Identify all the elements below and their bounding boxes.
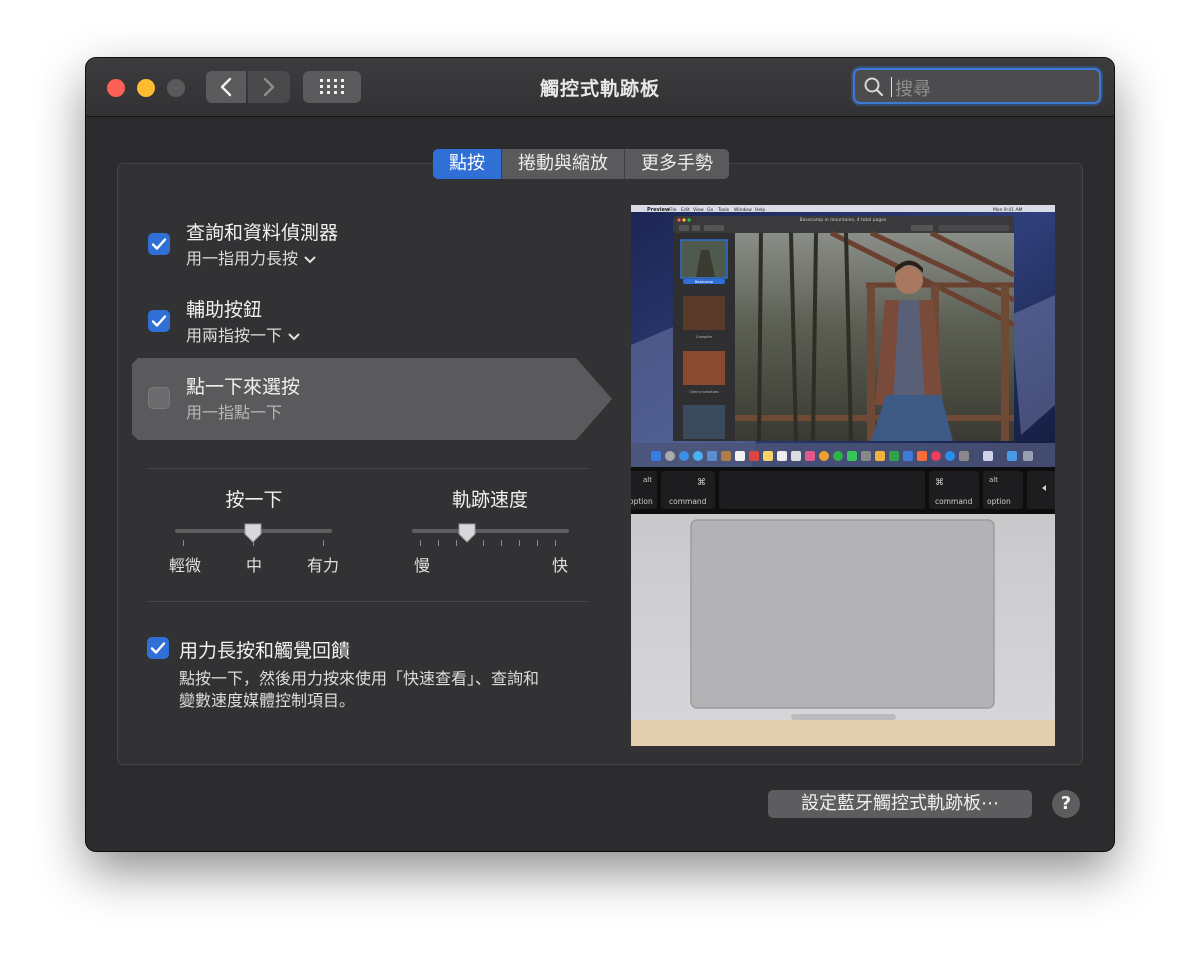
secondary-click-checkbox[interactable] — [148, 310, 170, 332]
speed-tick — [456, 540, 457, 546]
click-slider-knob[interactable] — [244, 523, 262, 543]
chevron-down-icon — [288, 333, 300, 340]
divider — [147, 601, 588, 602]
back-button[interactable] — [206, 71, 246, 103]
force-click-description-2: 變數速度媒體控制項目。 — [179, 691, 356, 710]
click-label-light: 輕微 — [169, 556, 202, 575]
speed-slider-track[interactable] — [412, 529, 569, 533]
trackpad-illustration — [690, 519, 995, 709]
tap-to-click-title: 點一下來選按 — [186, 376, 301, 398]
lookup-gesture: 用一指用力長按 — [186, 249, 299, 268]
preview-menu-app: Preview — [647, 207, 670, 213]
force-click-title: 用力長按和觸覺回饋 — [179, 640, 351, 662]
chevron-down-icon — [304, 256, 316, 263]
secondary-click-title: 輔助按鈕 — [186, 299, 263, 321]
tab-scroll-zoom[interactable]: 捲動與縮放 — [502, 149, 625, 179]
search-placeholder: 搜尋 — [895, 79, 931, 100]
speed-tick — [420, 540, 421, 546]
click-label-firm: 有力 — [307, 556, 340, 575]
force-click-description-1: 點按一下，然後用力按來使用「快速查看」、查詢和 — [179, 669, 540, 688]
speed-slider-title: 軌跡速度 — [451, 489, 528, 511]
checkmark-icon — [151, 238, 167, 250]
forward-button[interactable] — [248, 71, 290, 103]
gesture-preview: Preview File Edit View Go Tools Window H… — [631, 205, 1055, 746]
preview-menu-file: File — [669, 207, 677, 213]
tab-more-gestures[interactable]: 更多手勢 — [625, 149, 729, 179]
speed-tick — [537, 540, 538, 546]
setup-bluetooth-trackpad-button[interactable]: 設定藍牙觸控式軌跡板⋯ — [768, 790, 1032, 818]
speed-slider-knob[interactable] — [458, 523, 476, 543]
zoom-button[interactable] — [167, 79, 185, 97]
secondary-click-dropdown[interactable]: 用兩指按一下 — [186, 322, 300, 346]
search-icon — [864, 77, 884, 97]
help-button[interactable]: ? — [1052, 790, 1080, 818]
preview-clock: Mon 9:41 AM — [993, 207, 1023, 213]
preview-key-alt: alt — [989, 476, 998, 484]
preview-menu-window: Window — [734, 207, 752, 213]
preview-menu-tools: Tools — [717, 207, 730, 213]
preview-keyboard: alt option ⌘ command ⌘ command alt optio… — [631, 471, 1055, 509]
show-all-button[interactable] — [303, 71, 361, 103]
search-field[interactable]: 搜尋 — [853, 68, 1101, 104]
divider — [147, 468, 588, 469]
chevron-right-icon — [263, 77, 275, 97]
title-bar: 觸控式軌跡板 搜尋 — [86, 58, 1114, 117]
preview-key-option-right: option — [987, 497, 1011, 506]
lookup-checkbox[interactable] — [148, 233, 170, 255]
lookup-title: 查詢和資料偵測器 — [186, 222, 339, 244]
tap-to-click-gesture: 用一指點一下 — [186, 403, 283, 422]
click-tick — [183, 540, 184, 546]
preview-key-command-right: command — [935, 497, 973, 506]
checkmark-icon — [150, 642, 166, 654]
preview-menu-go: Go — [707, 207, 713, 213]
preferences-window: 觸控式軌跡板 搜尋 點按 捲動與縮放 更多手勢 查詢和資料偵測器 用一指用力長按… — [86, 58, 1114, 851]
click-tick — [323, 540, 324, 546]
force-click-checkbox[interactable] — [147, 637, 169, 659]
grid-icon — [320, 79, 344, 94]
speed-tick — [519, 540, 520, 546]
preview-menu-view: View — [693, 207, 704, 213]
preview-key-cmd-symbol: ⌘ — [697, 478, 706, 488]
preview-thumb-campfire: Campfire — [696, 335, 712, 339]
speed-label-fast: 快 — [552, 556, 569, 575]
preview-key-command-left: command — [669, 497, 707, 506]
click-slider-title: 按一下 — [225, 489, 283, 511]
preview-thumb-basecamp: Basecamp — [695, 280, 714, 284]
speed-tick — [555, 540, 556, 546]
window-title: 觸控式軌跡板 — [539, 78, 660, 100]
tab-bar: 點按 捲動與縮放 更多手勢 — [433, 149, 729, 179]
minimize-button[interactable] — [137, 79, 155, 97]
speed-tick — [501, 540, 502, 546]
preview-illustration: Preview File Edit View Go Tools Window H… — [631, 205, 1055, 746]
close-button[interactable] — [107, 79, 125, 97]
speed-tick — [438, 540, 439, 546]
tab-point-click[interactable]: 點按 — [433, 149, 502, 179]
tap-to-click-checkbox[interactable] — [148, 387, 170, 409]
speed-label-slow: 慢 — [414, 556, 431, 575]
preview-key-alt: alt — [643, 476, 652, 484]
preview-menu-help: Help — [755, 207, 765, 213]
checkmark-icon — [151, 315, 167, 327]
lookup-dropdown[interactable]: 用一指用力長按 — [186, 245, 316, 269]
preview-thumb-tomatoes: Cherry tomatoes — [689, 390, 719, 394]
click-label-medium: 中 — [246, 556, 263, 575]
secondary-click-gesture: 用兩指按一下 — [186, 326, 283, 345]
chevron-left-icon — [220, 77, 232, 97]
speed-tick — [483, 540, 484, 546]
preview-key-cmd-symbol: ⌘ — [935, 478, 944, 488]
preview-key-option-left: option — [631, 497, 653, 506]
text-cursor — [891, 77, 892, 97]
preview-menu-edit: Edit — [681, 207, 690, 213]
preview-window-title: Basecamp in mountains, 4 total pages — [800, 217, 887, 223]
